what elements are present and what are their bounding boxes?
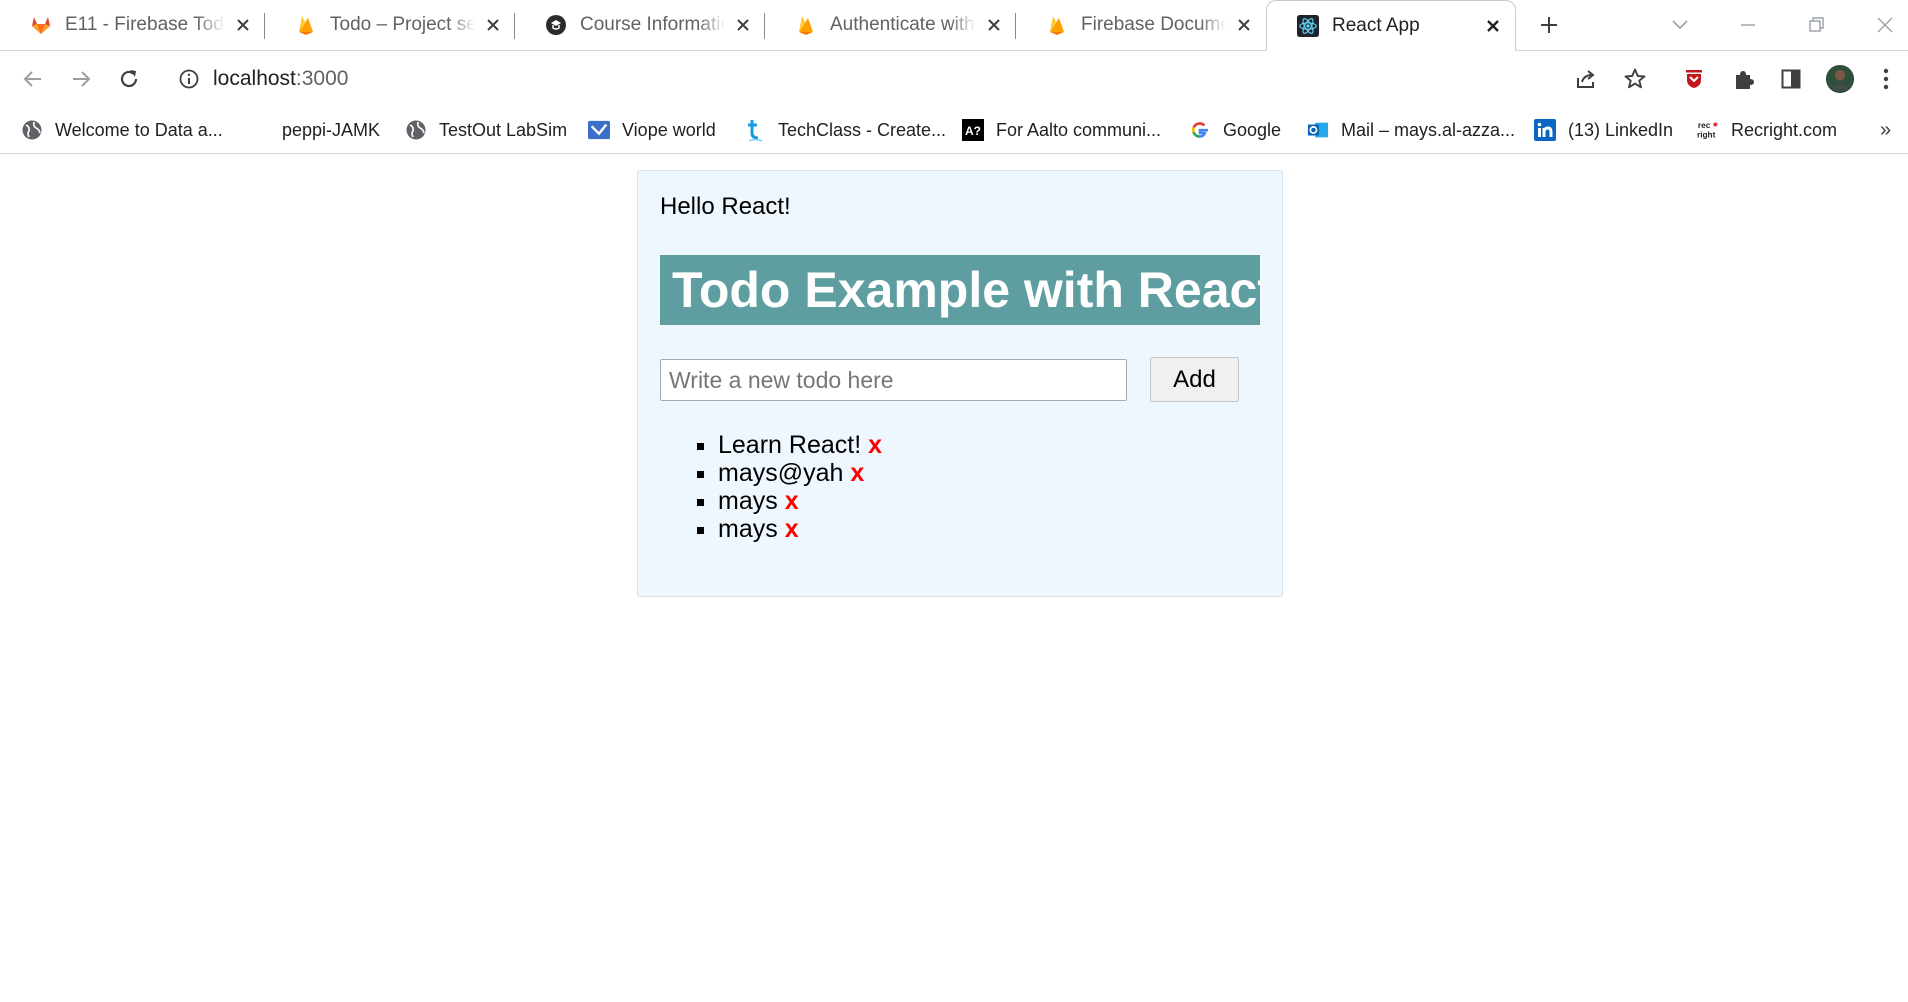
bookmark-peppi-jamk[interactable]: peppi-JAMK	[282, 117, 380, 143]
tab-todo-project-settings[interactable]: Todo – Project settings	[265, 0, 515, 50]
window-close-icon[interactable]	[1870, 10, 1900, 40]
tab-title: Course Information	[580, 14, 725, 35]
aalto-icon: A?	[962, 119, 984, 141]
add-todo-button[interactable]: Add	[1150, 357, 1239, 402]
linkedin-icon	[1534, 119, 1556, 141]
todo-item: Learn React!x	[718, 431, 882, 459]
menu-kebab-icon[interactable]	[1871, 64, 1901, 94]
bookmark-viope-world[interactable]: Viope world	[588, 117, 716, 143]
new-todo-input[interactable]	[660, 359, 1127, 401]
tab-title: Authenticate with Firebase	[830, 14, 976, 35]
todo-text: mays	[718, 515, 778, 543]
bookmark-google[interactable]: Google	[1189, 117, 1281, 143]
todo-card: Hello React! Todo Example with React Add…	[637, 170, 1283, 597]
delete-todo-button[interactable]: x	[785, 487, 799, 515]
bookmark-linkedin[interactable]: (13) LinkedIn	[1534, 117, 1673, 143]
address-bar[interactable]: localhost:3000	[213, 64, 348, 94]
side-panel-icon[interactable]	[1776, 64, 1806, 94]
tab-title: Todo – Project settings	[330, 14, 475, 35]
bookmark-label: For Aalto communi...	[996, 119, 1162, 140]
todo-item: maysx	[718, 515, 882, 543]
browser-toolbar: localhost:3000	[0, 51, 1908, 107]
tab-react-app[interactable]: React App	[1266, 0, 1516, 51]
tab-e11-firebase-todo[interactable]: E11 - Firebase Todo	[0, 0, 265, 50]
close-icon[interactable]	[984, 15, 1004, 35]
react-icon	[1297, 14, 1319, 37]
new-tab-button[interactable]	[1534, 10, 1564, 40]
profile-avatar[interactable]	[1825, 64, 1855, 94]
bookmark-welcome-to-data[interactable]: Welcome to Data a...	[21, 117, 223, 143]
back-arrow-icon[interactable]	[18, 64, 48, 94]
tab-title: E11 - Firebase Todo	[65, 14, 225, 35]
reload-icon[interactable]	[114, 64, 144, 94]
bookmark-techclass[interactable]: TechClass - Create...	[744, 117, 946, 143]
share-icon[interactable]	[1571, 64, 1601, 94]
site-info-icon[interactable]	[174, 64, 204, 94]
minimize-icon[interactable]	[1733, 10, 1763, 40]
greeting-text: Hello React!	[660, 193, 791, 220]
tab-authenticate-with-firebase[interactable]: Authenticate with Firebase	[765, 0, 1016, 50]
firebase-icon	[295, 14, 317, 36]
bookmark-for-aalto-community[interactable]: A? For Aalto communi...	[962, 117, 1161, 143]
todo-list: Learn React!x mays@yahx maysx maysx	[660, 431, 882, 543]
outlook-icon	[1307, 119, 1329, 141]
todo-text: mays	[718, 487, 778, 515]
bookmarks-bar: Welcome to Data a... peppi-JAMK TestOut …	[0, 107, 1908, 154]
url-port: :3000	[295, 67, 349, 90]
tab-firebase-documentation[interactable]: Firebase Documentation	[1016, 0, 1266, 50]
delete-todo-button[interactable]: x	[785, 515, 799, 543]
bookmark-testout-labsim[interactable]: TestOut LabSim	[405, 117, 567, 143]
gitlab-icon	[30, 14, 52, 36]
tab-course-information[interactable]: Course Information	[515, 0, 765, 50]
bookmark-label: TechClass - Create...	[778, 119, 947, 140]
restore-icon[interactable]	[1801, 10, 1831, 40]
bookmark-label: TestOut LabSim	[439, 119, 568, 140]
bookmark-mail[interactable]: Mail – mays.al-azza...	[1307, 117, 1515, 143]
tab-strip: E11 - Firebase Todo Todo – Project setti…	[0, 0, 1908, 51]
bookmark-label: Mail – mays.al-azza...	[1341, 119, 1516, 140]
firebase-icon	[1046, 14, 1068, 36]
bookmark-recright[interactable]: rec right Recright.com	[1697, 117, 1837, 143]
course-icon	[545, 14, 567, 36]
viope-icon	[588, 119, 610, 141]
tab-title: Firebase Documentation	[1081, 14, 1226, 35]
forward-arrow-icon[interactable]	[66, 64, 96, 94]
bookmark-label: peppi-JAMK	[282, 119, 381, 140]
close-icon[interactable]	[483, 15, 503, 35]
recright-icon: rec right	[1697, 119, 1719, 141]
todo-item: mays@yahx	[718, 459, 882, 487]
svg-text:A?: A?	[965, 124, 981, 138]
svg-text:rec: rec	[1698, 121, 1711, 130]
page-title: Todo Example with React	[660, 255, 1260, 325]
delete-todo-button[interactable]: x	[850, 459, 864, 487]
bookmarks-overflow-button[interactable]: »	[1880, 117, 1891, 143]
bookmark-label: Viope world	[622, 119, 716, 140]
todo-text: Learn React!	[718, 431, 862, 459]
delete-todo-button[interactable]: x	[868, 431, 882, 459]
techclass-icon	[744, 119, 766, 142]
google-icon	[1189, 119, 1211, 141]
bookmark-label: (13) LinkedIn	[1568, 119, 1674, 140]
bookmark-label: Welcome to Data a...	[55, 119, 223, 140]
bookmark-label: Recright.com	[1731, 119, 1838, 140]
svg-text:right: right	[1697, 130, 1716, 139]
extension-shield-icon[interactable]	[1679, 64, 1709, 94]
tab-search-chevron-down-icon[interactable]	[1665, 10, 1695, 40]
close-icon[interactable]	[733, 15, 753, 35]
bookmark-label: Google	[1223, 119, 1282, 140]
tab-title: React App	[1332, 14, 1420, 36]
globe-icon	[405, 119, 427, 141]
todo-text: mays@yah	[718, 459, 844, 487]
todo-item: maysx	[718, 487, 882, 515]
close-icon[interactable]	[233, 15, 253, 35]
firebase-icon	[795, 14, 817, 36]
url-host: localhost	[213, 67, 296, 90]
bookmark-star-icon[interactable]	[1620, 64, 1650, 94]
close-icon[interactable]	[1234, 15, 1254, 35]
extensions-puzzle-icon[interactable]	[1728, 64, 1758, 94]
globe-icon	[21, 119, 43, 141]
close-icon[interactable]	[1483, 16, 1503, 36]
